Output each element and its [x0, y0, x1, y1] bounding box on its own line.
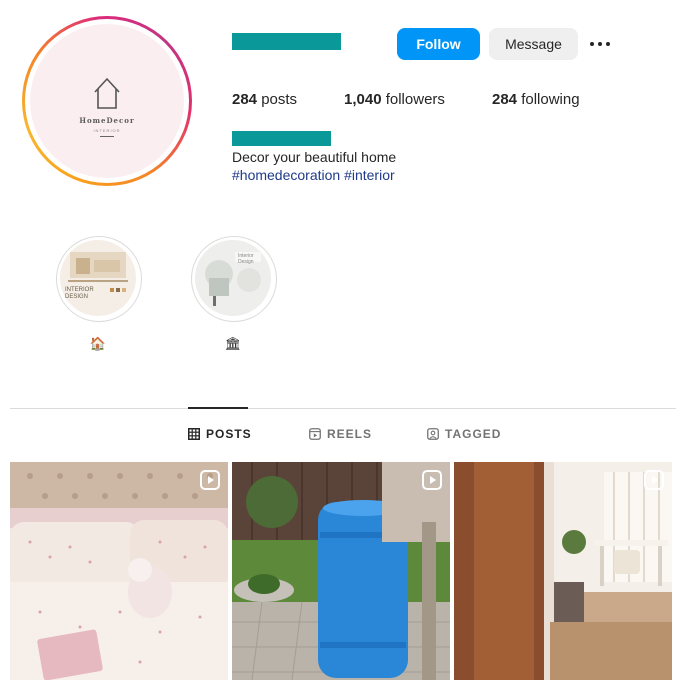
post-thumbnail[interactable]: [232, 462, 450, 680]
highlight-cover-text: Interior Design: [238, 253, 254, 265]
profile-avatar-ring[interactable]: HomeDecor INTERIOR: [22, 16, 192, 186]
grid-icon: [188, 428, 200, 440]
follow-button[interactable]: Follow: [397, 28, 480, 60]
tab-tagged[interactable]: TAGGED: [427, 427, 501, 441]
stat-followers[interactable]: 1,040 followers: [344, 91, 445, 108]
avatar-logo-subtext: INTERIOR: [93, 128, 121, 133]
highlight-label: 🏛: [224, 336, 242, 351]
highlight-label: 🏠: [89, 336, 107, 351]
active-tab-indicator: [188, 407, 248, 409]
post-image-interior: [454, 462, 672, 680]
tab-tagged-label: TAGGED: [445, 427, 502, 441]
tab-reels-label: REELS: [327, 427, 373, 441]
highlight-cover-image: [60, 240, 136, 316]
highlight-cover-ring: [56, 236, 142, 322]
highlight-cover: [195, 240, 271, 316]
profile-avatar: HomeDecor INTERIOR: [30, 24, 184, 178]
highlight-cover: [60, 240, 136, 316]
stat-following[interactable]: 284 following: [492, 91, 580, 108]
tab-posts-label: POSTS: [206, 427, 252, 441]
reel-icon: [644, 470, 664, 490]
reel-icon: [422, 470, 442, 490]
reel-icon: [200, 470, 220, 490]
tagged-icon: [427, 428, 439, 440]
post-thumbnail[interactable]: [454, 462, 672, 680]
house-logo-icon: [94, 77, 120, 109]
tab-reels[interactable]: REELS: [309, 427, 372, 441]
highlight-cover-image: [195, 240, 271, 316]
stat-following-value: 284: [492, 91, 518, 108]
username-redacted: [232, 33, 341, 50]
stat-posts-value: 284: [232, 91, 258, 108]
more-options-icon[interactable]: [590, 36, 616, 52]
reels-icon: [309, 428, 321, 440]
highlight-item[interactable]: Interior Design 🏛: [191, 236, 277, 352]
bio-hashtags[interactable]: #homedecoration #interior: [232, 167, 395, 183]
stat-posts: 284 posts: [232, 91, 297, 108]
stat-followers-value: 1,040: [344, 91, 382, 108]
highlight-cover-text: INTERIOR DESIGN: [65, 287, 94, 300]
highlight-item[interactable]: INTERIOR DESIGN 🏠: [56, 236, 142, 352]
avatar-logo-divider: [100, 136, 114, 137]
message-button[interactable]: Message: [489, 28, 578, 60]
post-image-garden: [232, 462, 450, 680]
post-image-bedroom: [10, 462, 228, 680]
bio-text: Decor your beautiful home: [232, 149, 397, 165]
display-name-redacted: [232, 131, 331, 146]
avatar-logo-text: HomeDecor: [79, 116, 135, 125]
tabs-divider: [10, 408, 676, 409]
stat-following-label: following: [521, 91, 580, 108]
post-thumbnail[interactable]: [10, 462, 228, 680]
tab-posts[interactable]: POSTS: [188, 427, 252, 441]
highlight-cover-ring: [191, 236, 277, 322]
stat-followers-label: followers: [385, 91, 445, 108]
stat-posts-label: posts: [261, 91, 298, 108]
